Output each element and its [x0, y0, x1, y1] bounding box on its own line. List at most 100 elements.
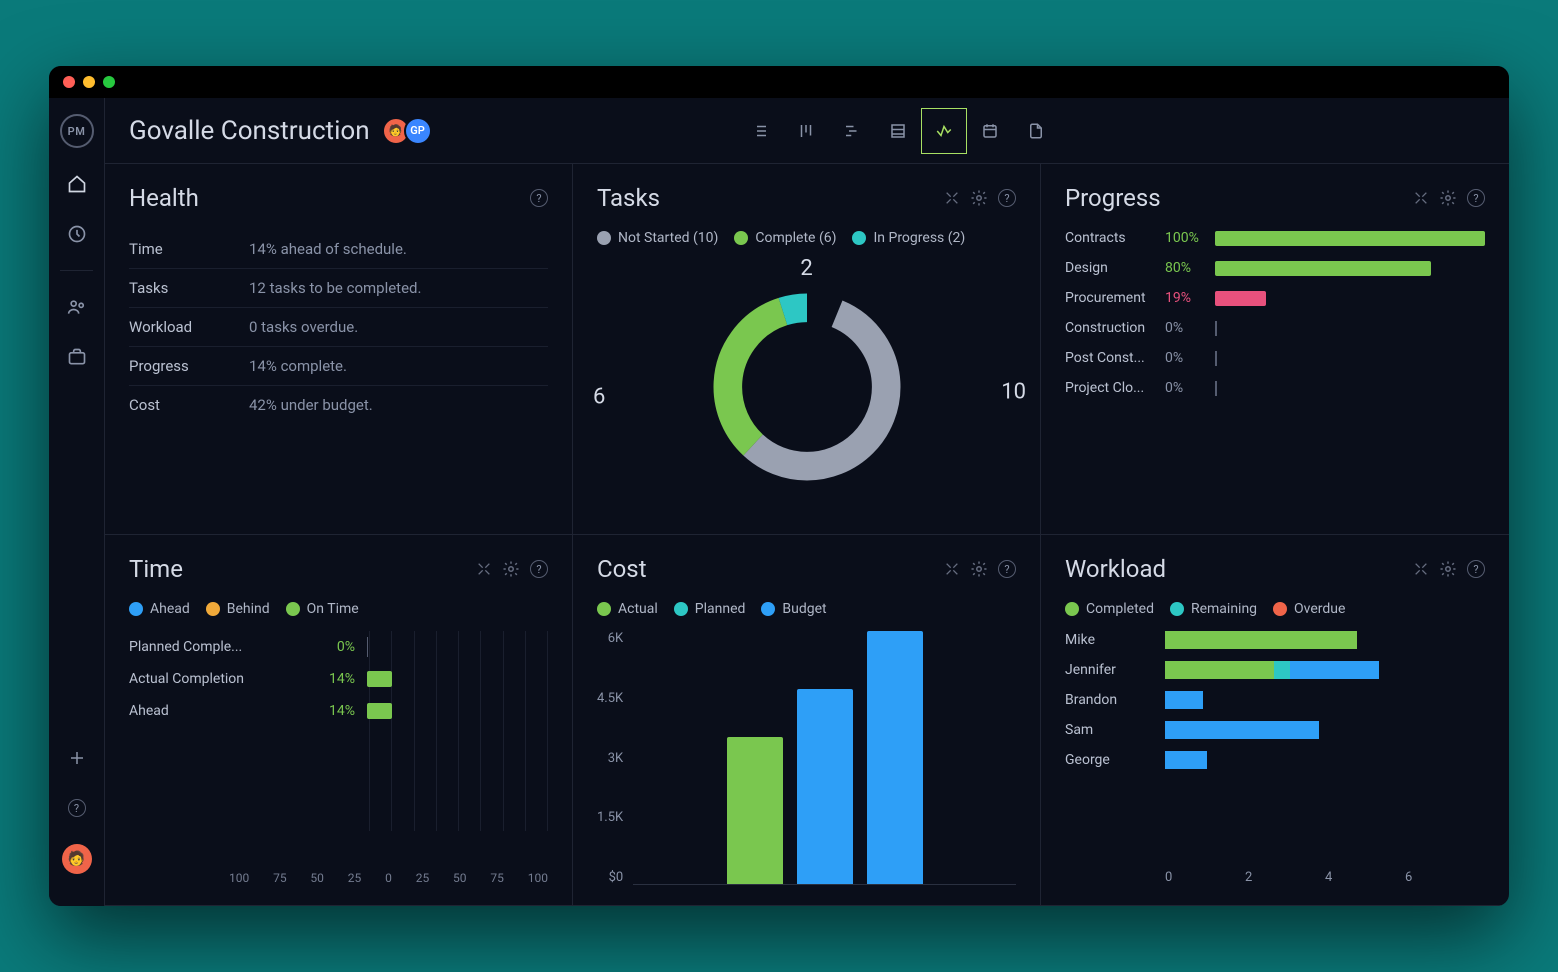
home-icon[interactable]: [63, 170, 91, 198]
board-view-icon[interactable]: [783, 108, 829, 154]
legend-item[interactable]: Complete (6): [734, 230, 836, 246]
progress-row: Procurement19%: [1065, 290, 1485, 306]
progress-row: Design80%: [1065, 260, 1485, 276]
axis-tick: $0: [597, 870, 623, 885]
legend-dot-icon: [1065, 602, 1079, 616]
cost-bar-budget: [867, 631, 923, 884]
legend-item[interactable]: Not Started (10): [597, 230, 718, 246]
legend-item[interactable]: Completed: [1065, 601, 1154, 617]
help-icon[interactable]: ?: [63, 794, 91, 822]
app-logo[interactable]: PM: [60, 114, 94, 148]
axis-tick: 6: [1405, 870, 1485, 885]
progress-row: Project Clo...0%: [1065, 380, 1485, 396]
legend-item[interactable]: Planned: [674, 601, 746, 617]
gear-icon[interactable]: [970, 189, 988, 207]
workload-name: George: [1065, 752, 1165, 768]
progress-name: Post Const...: [1065, 350, 1165, 366]
gear-icon[interactable]: [970, 560, 988, 578]
legend-dot-icon: [597, 231, 611, 245]
health-card: Health ? Time14% ahead of schedule.Tasks…: [105, 164, 573, 535]
legend-item[interactable]: On Time: [286, 601, 359, 617]
gear-icon[interactable]: [502, 560, 520, 578]
health-label: Cost: [129, 396, 249, 414]
time-row: Actual Completion14%: [129, 671, 548, 687]
card-title: Workload: [1065, 555, 1413, 583]
health-label: Progress: [129, 357, 249, 375]
axis-tick: 75: [490, 871, 504, 885]
legend-label: Actual: [618, 601, 658, 617]
workload-row: George: [1065, 751, 1485, 769]
workload-row: Jennifer: [1065, 661, 1485, 679]
workload-bar: [1165, 631, 1485, 649]
dashboard-view-icon[interactable]: [921, 108, 967, 154]
progress-row: Contracts100%: [1065, 230, 1485, 246]
progress-row: Construction0%: [1065, 320, 1485, 336]
window-minimize-icon[interactable]: [83, 76, 95, 88]
time-bar: [367, 703, 548, 719]
expand-icon[interactable]: [944, 561, 960, 577]
cost-card: Cost ? ActualPlannedBudget 6K4.5K3K1.5K$…: [573, 535, 1041, 906]
legend-label: Ahead: [150, 601, 190, 617]
window-maximize-icon[interactable]: [103, 76, 115, 88]
health-value: 42% under budget.: [249, 396, 373, 414]
legend-item[interactable]: Budget: [761, 601, 826, 617]
portfolio-icon[interactable]: [63, 343, 91, 371]
member-avatar[interactable]: GP: [404, 117, 432, 145]
project-title: Govalle Construction: [129, 116, 370, 146]
axis-tick: 50: [310, 871, 324, 885]
help-icon[interactable]: ?: [998, 189, 1016, 207]
progress-pct: 0%: [1165, 380, 1215, 396]
progress-card: Progress ? Contracts100%Design80%Procure…: [1041, 164, 1509, 535]
progress-bar: [1215, 351, 1485, 366]
legend-item[interactable]: Actual: [597, 601, 658, 617]
expand-icon[interactable]: [1413, 190, 1429, 206]
workload-name: Mike: [1065, 632, 1165, 648]
gantt-view-icon[interactable]: [829, 108, 875, 154]
legend-dot-icon: [761, 602, 775, 616]
axis-tick: 75: [273, 871, 287, 885]
expand-icon[interactable]: [1413, 561, 1429, 577]
axis-tick: 4: [1325, 870, 1405, 885]
progress-name: Project Clo...: [1065, 380, 1165, 396]
workload-segment: [1274, 661, 1290, 679]
expand-icon[interactable]: [944, 190, 960, 206]
project-header: Govalle Construction 🧑 GP: [105, 98, 1509, 164]
help-icon[interactable]: ?: [530, 189, 548, 207]
recent-icon[interactable]: [63, 220, 91, 248]
workload-segment: [1165, 661, 1274, 679]
axis-tick: 2: [1245, 870, 1325, 885]
help-icon[interactable]: ?: [998, 560, 1016, 578]
files-view-icon[interactable]: [1013, 108, 1059, 154]
progress-pct: 80%: [1165, 260, 1215, 276]
expand-icon[interactable]: [476, 561, 492, 577]
help-icon[interactable]: ?: [1467, 560, 1485, 578]
gear-icon[interactable]: [1439, 189, 1457, 207]
time-label: Planned Comple...: [129, 639, 299, 655]
legend-item[interactable]: Overdue: [1273, 601, 1345, 617]
progress-name: Procurement: [1065, 290, 1165, 306]
gear-icon[interactable]: [1439, 560, 1457, 578]
legend-item[interactable]: Behind: [206, 601, 270, 617]
health-value: 12 tasks to be completed.: [249, 279, 421, 297]
axis-tick: 100: [229, 871, 249, 885]
card-title: Tasks: [597, 184, 944, 212]
team-icon[interactable]: [63, 293, 91, 321]
time-card: Time ? AheadBehindOn Time Planned Comple…: [105, 535, 573, 906]
user-avatar[interactable]: 🧑: [62, 844, 92, 874]
calendar-view-icon[interactable]: [967, 108, 1013, 154]
member-avatars[interactable]: 🧑 GP: [388, 117, 432, 145]
time-bar: [367, 639, 548, 655]
workload-name: Jennifer: [1065, 662, 1165, 678]
legend-dot-icon: [734, 231, 748, 245]
add-icon[interactable]: [63, 744, 91, 772]
cost-bar-actual: [727, 737, 783, 884]
legend-item[interactable]: In Progress (2): [852, 230, 965, 246]
window-close-icon[interactable]: [63, 76, 75, 88]
legend-item[interactable]: Remaining: [1170, 601, 1257, 617]
help-icon[interactable]: ?: [530, 560, 548, 578]
list-view-icon[interactable]: [737, 108, 783, 154]
sheet-view-icon[interactable]: [875, 108, 921, 154]
progress-row: Post Const...0%: [1065, 350, 1485, 366]
legend-item[interactable]: Ahead: [129, 601, 190, 617]
help-icon[interactable]: ?: [1467, 189, 1485, 207]
